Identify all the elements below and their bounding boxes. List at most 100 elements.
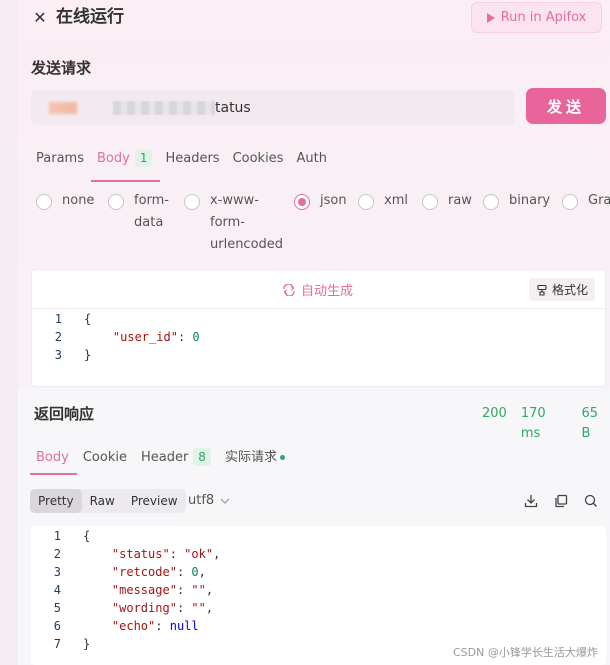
radio-binary[interactable]: binary [483,193,550,212]
request-tabs: Params Body 1 Headers Cookies Auth [36,146,340,182]
run-in-apifox-label: Run in Apifox [500,10,587,25]
radio-label: json [320,193,347,208]
url-input[interactable]: tatus [31,90,515,125]
request-body-editor[interactable]: 自动生成 格式化 1{2 "user_id": 0 3} [31,269,606,387]
line-number: 2 [53,547,61,561]
encoding-select[interactable]: utf8 [188,491,230,511]
download-icon[interactable] [523,493,539,509]
tab-count-badge: 8 [193,448,211,466]
radio-circle [184,194,200,210]
tab-label: Headers [165,151,220,166]
radio-label: none [62,193,95,208]
code-line: 1{ [32,310,605,328]
json-key: "user_id" [112,330,178,344]
tab-label: Body [96,151,130,166]
code-text: } [84,348,92,362]
radio-raw[interactable]: raw [422,193,472,212]
response-title: 返回响应 [34,405,95,423]
code-text: "wording": "", [111,601,214,615]
response-stats: 200 170 ms 65 B [482,404,610,444]
view-mode-pretty[interactable]: Pretty [30,489,82,513]
tab-params[interactable]: Params [36,146,84,178]
tab-auth[interactable]: Auth [296,146,326,178]
response-tabs: Body Cookie Header 8 实际请求 [30,445,299,475]
radio-circle [108,194,124,210]
tab-headers[interactable]: Headers [165,146,219,178]
format-button[interactable]: 格式化 [528,278,595,301]
view-mode-preview[interactable]: Preview [123,489,186,513]
format-label: 格式化 [551,283,588,297]
play-icon [486,12,495,23]
json-key: "retcode" [111,565,177,579]
copy-icon[interactable] [553,493,569,509]
json-value: "ok" [184,547,214,561]
response-time: 170 ms [520,406,546,441]
tab-cookies[interactable]: Cookies [233,146,284,178]
search-icon[interactable] [583,493,599,509]
editor-toolbar: 自动生成 格式化 [32,270,605,309]
radio-label: raw [448,193,472,208]
auto-generate-button[interactable]: 自动生成 [282,280,353,299]
radio-json[interactable]: json [294,193,347,212]
response-tab-2[interactable]: Header 8 [141,445,211,471]
radio-gra[interactable]: Gra [562,193,610,212]
json-value: null [169,619,199,633]
response-tab-0[interactable]: Body [30,445,77,475]
request-code: 1{2 "user_id": 0 3} [32,309,605,364]
radio-form-data[interactable]: form-data [108,193,169,234]
code-line: 4 "message": "", [31,581,606,599]
response-tab-1[interactable]: Cookie [83,445,127,471]
code-line: 2 "status": "ok", [31,545,606,563]
radio-circle [422,194,438,210]
radio-label: form-data [134,193,170,230]
tab-label: Body [36,450,69,465]
code-text: "retcode": 0, [111,565,206,579]
radio-circle [36,194,52,210]
radio-none[interactable]: none [36,193,94,212]
send-button[interactable]: 发送 [526,88,606,124]
left-edge [0,0,18,665]
line-number: 1 [53,529,61,543]
line-number: 5 [53,601,61,615]
tab-body[interactable]: Body 1 [90,146,161,182]
tab-label: Auth [296,151,327,166]
radio-circle [483,194,499,210]
view-mode-switch: Pretty Raw Preview [30,489,186,513]
tab-label: Cookies [232,151,284,166]
tab-label: Header [140,450,189,465]
view-mode-raw[interactable]: Raw [82,489,123,513]
response-tab-3[interactable]: 实际请求 [225,445,285,471]
radio-circle [358,194,374,210]
close-icon[interactable]: ✕ [30,8,50,28]
tab-label: 实际请求 [224,450,277,465]
watermark: CSDN @小锋学长生活大爆炸 [453,646,598,659]
tab-label: Cookie [82,450,127,465]
code-text: "status": "ok", [111,547,221,561]
run-in-apifox-button[interactable]: Run in Apifox [471,2,602,33]
radio-x-www-form-urlencoded[interactable]: x-www-form-urlencoded [184,193,283,256]
code-line: 3} [32,346,605,364]
line-number: 7 [53,637,61,651]
status-code: 200 [482,406,507,421]
line-number: 2 [54,330,62,344]
code-text: { [83,529,91,543]
response-tools [523,493,599,509]
radio-label: Gra [588,193,610,208]
json-key: "echo" [111,619,156,633]
response-size: 65 B [581,406,599,441]
line-number: 3 [54,348,62,362]
url-suffix: tatus [215,99,251,116]
json-key: "message" [111,583,177,597]
status-dot [279,455,285,460]
code-line: 6 "echo": null [31,617,606,635]
radio-label: xml [384,193,408,208]
line-number: 4 [53,583,61,597]
radio-xml[interactable]: xml [358,193,408,212]
code-line: 3 "retcode": 0, [31,563,606,581]
radio-circle [294,194,310,210]
radio-label: binary [509,193,551,208]
auto-generate-label: 自动生成 [301,284,354,299]
redacted-path [113,100,215,115]
redacted-host [49,101,77,114]
json-value: "" [191,583,206,597]
